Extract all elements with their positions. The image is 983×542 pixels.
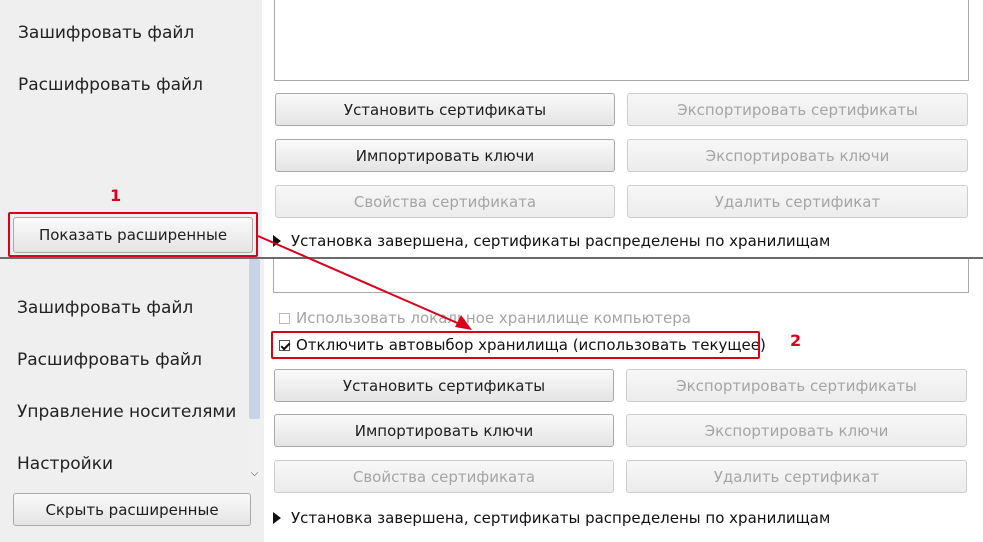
arrow-head-icon — [455, 315, 472, 330]
annotation-arrow — [257, 235, 472, 330]
arrow-line — [257, 235, 463, 326]
